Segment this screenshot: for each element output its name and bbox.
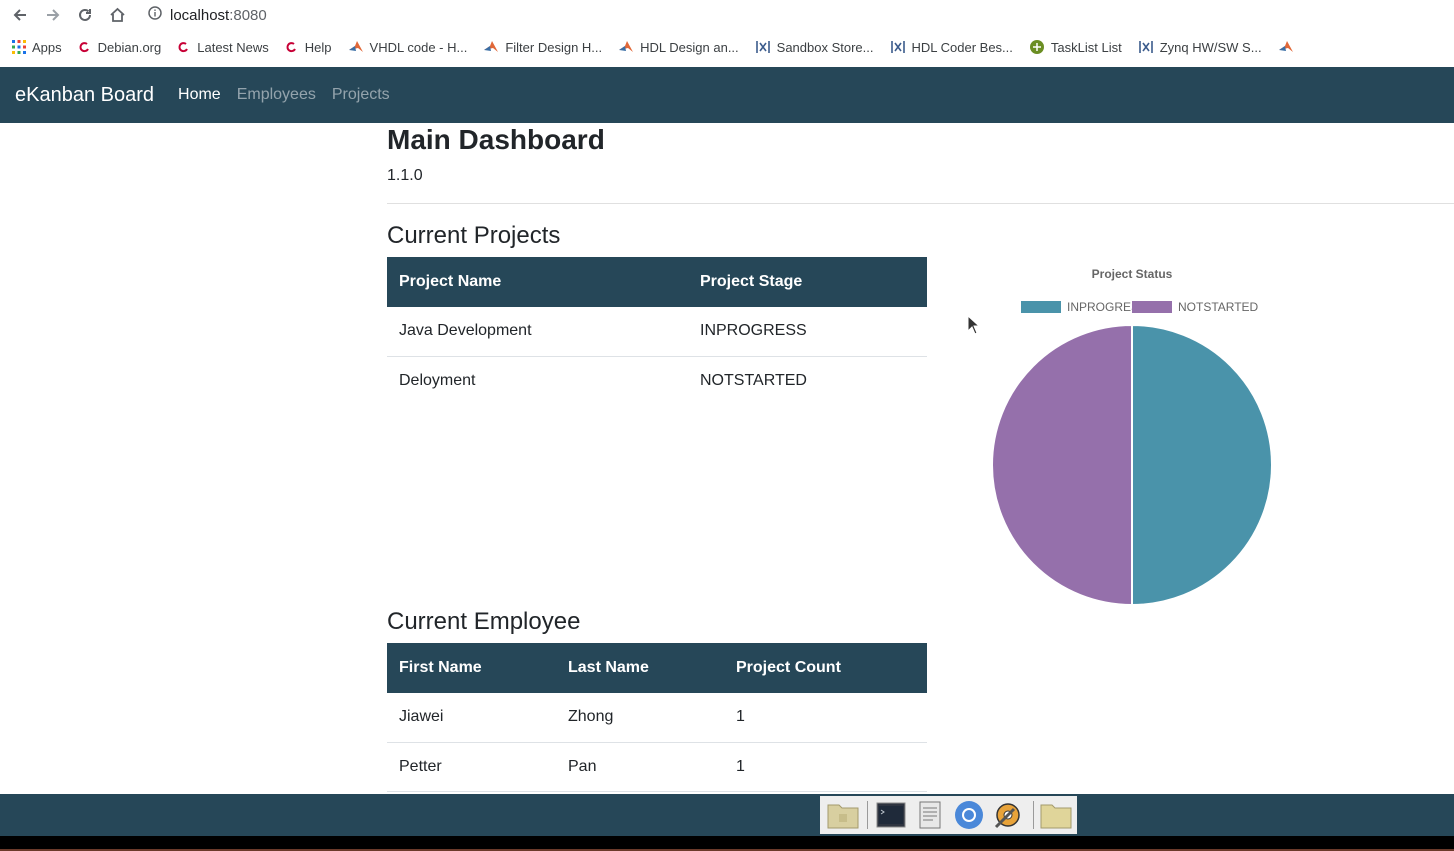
projects-section-title: Current Projects: [387, 222, 561, 249]
version-text: 1.1.0: [387, 167, 423, 184]
green-circle-icon: [1029, 40, 1044, 54]
last-name-cell: Pan: [556, 742, 724, 792]
nav-home[interactable]: Home: [178, 86, 221, 104]
project-status-pie: Project Status INPROGRESS NOTSTARTED: [991, 267, 1273, 607]
text-editor-icon[interactable]: [911, 798, 948, 832]
header-project-name: Project Name: [399, 273, 502, 290]
bookmark-sandbox-store[interactable]: Sandbox Store...: [755, 40, 874, 55]
nav-employees[interactable]: Employees: [237, 86, 316, 104]
folder-icon[interactable]: [1038, 798, 1075, 832]
xilinx-icon: [1138, 41, 1153, 53]
legend-label-notstarted[interactable]: NOTSTARTED: [1178, 300, 1259, 314]
dock-separator: [867, 801, 869, 829]
browser-toolbar: localhost:8080: [0, 0, 1454, 31]
bookmark-filter-design[interactable]: Filter Design H...: [483, 40, 602, 55]
project-count-cell: 1: [724, 693, 927, 743]
nav-links: Home Employees Projects: [178, 86, 406, 104]
divider: [387, 203, 1454, 204]
address-bar[interactable]: localhost:8080: [148, 5, 267, 25]
first-name-cell: Jiawei: [387, 693, 556, 743]
screen-bottom-edge: [0, 836, 1454, 851]
project-name-cell: Deloyment: [399, 371, 476, 389]
project-name-cell: Java Development: [387, 307, 688, 357]
bookmarks-bar: Apps Debian.org Latest News Help VHDL co…: [0, 33, 1454, 61]
header-last-name: Last Name: [568, 659, 649, 676]
bookmark-hdl-coder[interactable]: HDL Coder Bes...: [890, 40, 1013, 55]
page-title: Main Dashboard: [387, 124, 605, 155]
matlab-icon: [348, 41, 363, 52]
arrow-left-icon[interactable]: [10, 5, 30, 25]
first-name-cell: Petter: [387, 742, 556, 792]
bookmark-overflow[interactable]: [1278, 40, 1300, 54]
project-stage-cell: NOTSTARTED: [700, 371, 807, 389]
pie-slice-inprogress[interactable]: [1131, 323, 1273, 607]
xilinx-icon: [755, 41, 770, 53]
app-navbar: eKanban Board Home Employees Projects: [0, 67, 1454, 123]
project-count-cell: 1: [724, 742, 927, 792]
url-text[interactable]: localhost:8080: [170, 7, 267, 24]
apps-grid-icon: [12, 40, 26, 54]
project-stage-cell: INPROGRESS: [688, 307, 927, 357]
bookmark-hdl-design[interactable]: HDL Design an...: [618, 40, 739, 55]
employees-table: First Name Last Name Project Count Jiawe…: [387, 643, 927, 792]
legend-swatch-notstarted[interactable]: [1132, 301, 1172, 313]
bookmark-apps[interactable]: Apps: [12, 40, 62, 55]
debian-swirl-icon: [286, 42, 296, 53]
settings-tool-icon[interactable]: [990, 798, 1027, 832]
header-first-name: First Name: [399, 659, 482, 676]
table-row: Deloyment NOTSTARTED: [387, 356, 927, 405]
table-row: Jiawei Zhong 1: [387, 693, 927, 743]
bookmark-help[interactable]: Help: [285, 40, 332, 55]
dock-separator: [1032, 801, 1034, 829]
matlab-icon: [484, 41, 499, 52]
projects-table-header: Project Name Project Stage: [387, 257, 927, 307]
mouse-cursor-icon: [967, 314, 981, 340]
table-row: Petter Pan 1: [387, 742, 927, 792]
bookmark-vhdl-code[interactable]: VHDL code - H...: [348, 40, 467, 55]
matlab-icon: [619, 41, 634, 52]
info-icon[interactable]: [148, 5, 162, 25]
table-row: Java Development INPROGRESS: [387, 307, 927, 357]
bookmark-tasklist[interactable]: TaskList List: [1029, 39, 1122, 55]
debian-swirl-icon: [178, 42, 189, 53]
header-project-count: Project Count: [736, 659, 841, 676]
debian-swirl-icon: [79, 42, 89, 53]
projects-table: Project Name Project Stage Java Developm…: [387, 257, 927, 405]
legend-swatch-inprogress[interactable]: [1021, 301, 1061, 313]
chromium-icon[interactable]: [951, 798, 988, 832]
xilinx-icon: [890, 41, 905, 53]
terminal-icon[interactable]: [872, 798, 909, 832]
nav-projects[interactable]: Projects: [332, 86, 390, 104]
project-status-chart: Project Status INPROGRESS NOTSTARTED: [960, 258, 1305, 618]
pie-slice-notstarted[interactable]: [991, 323, 1133, 607]
arrow-right-icon[interactable]: [43, 5, 63, 25]
matlab-icon: [1278, 41, 1293, 52]
employees-section-title: Current Employee: [387, 608, 581, 635]
employees-table-header: First Name Last Name Project Count: [387, 643, 927, 693]
taskbar: [0, 794, 1454, 836]
dock: [820, 796, 1077, 834]
reload-icon[interactable]: [75, 5, 95, 25]
bookmark-zynq[interactable]: Zynq HW/SW S...: [1138, 40, 1262, 55]
file-manager-icon[interactable]: [824, 798, 861, 832]
header-project-stage: Project Stage: [700, 273, 803, 290]
brand-link[interactable]: eKanban Board: [15, 84, 154, 107]
last-name-cell: Zhong: [556, 693, 724, 743]
bookmark-debian[interactable]: Debian.org: [78, 40, 161, 55]
chart-title: Project Status: [1092, 267, 1173, 281]
bookmark-latest-news[interactable]: Latest News: [177, 40, 269, 55]
home-icon[interactable]: [107, 5, 127, 25]
